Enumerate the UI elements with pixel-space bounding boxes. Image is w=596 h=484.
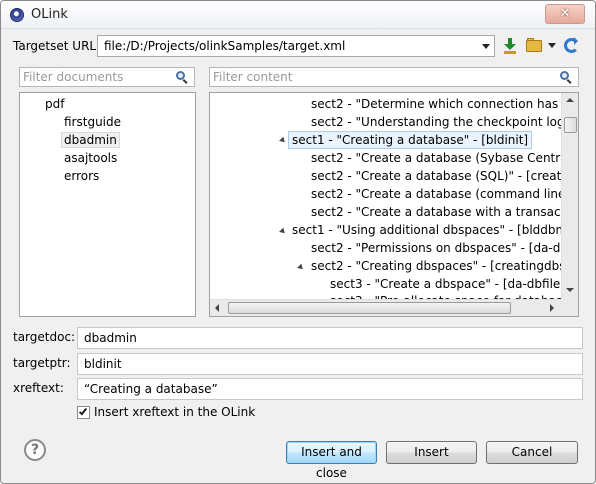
search-icon[interactable] bbox=[176, 71, 189, 84]
targetset-url-label: Targetset URL: bbox=[13, 39, 101, 53]
cancel-button[interactable]: Cancel bbox=[486, 441, 578, 464]
refresh-icon[interactable] bbox=[563, 37, 581, 55]
horizontal-scrollbar[interactable] bbox=[210, 299, 561, 316]
olink-dialog: OLink ✕ Targetset URL: file:/D:/Projects… bbox=[0, 0, 596, 484]
filter-content-field[interactable] bbox=[209, 67, 579, 87]
filter-documents-input[interactable] bbox=[23, 69, 171, 85]
xreftext-value: “Creating a database” bbox=[84, 382, 218, 396]
document-item-dbadmin[interactable]: dbadmin bbox=[61, 132, 120, 148]
targetptr-field[interactable]: bldinit bbox=[77, 353, 583, 375]
help-icon[interactable]: ? bbox=[24, 439, 46, 461]
targetptr-label: targetptr: bbox=[13, 356, 71, 370]
app-icon bbox=[10, 8, 24, 22]
targetdoc-field[interactable]: dbadmin bbox=[77, 327, 583, 349]
tree-row[interactable]: sect3 - "Create a dbspace" - [da-dbfiles… bbox=[330, 276, 578, 294]
content-tree[interactable]: sect2 - "Determine which connection has … bbox=[209, 92, 579, 317]
tree-row[interactable]: sect2 - "Understanding the checkpoint lo… bbox=[311, 114, 578, 132]
insert-xreftext-checkbox[interactable] bbox=[77, 406, 90, 419]
insert-xreftext-label[interactable]: Insert xreftext in the OLink bbox=[94, 405, 255, 419]
filter-content-input[interactable] bbox=[213, 69, 555, 85]
tree-row[interactable]: sect2 - "Create a database (command line… bbox=[311, 186, 578, 204]
insert-and-close-button[interactable]: Insert and close bbox=[286, 441, 377, 480]
scroll-right-icon[interactable] bbox=[550, 304, 554, 312]
document-item-asajtools[interactable]: asajtools bbox=[64, 151, 117, 165]
document-item-errors[interactable]: errors bbox=[64, 169, 99, 183]
targetdoc-label: targetdoc: bbox=[13, 330, 76, 344]
close-button[interactable]: ✕ bbox=[545, 4, 585, 24]
expand-arrow-icon[interactable] bbox=[279, 136, 287, 145]
vertical-scrollbar[interactable] bbox=[561, 93, 578, 299]
tree-row[interactable]: sect1 - "Using additional dbspaces" - [b… bbox=[292, 222, 578, 240]
xreftext-label: xreftext: bbox=[13, 381, 64, 395]
targetset-url-value: file:/D:/Projects/olinkSamples/target.xm… bbox=[104, 39, 346, 53]
xreftext-field[interactable]: “Creating a database” bbox=[77, 378, 583, 400]
expand-arrow-icon[interactable] bbox=[279, 227, 287, 236]
window-title: OLink bbox=[31, 7, 68, 22]
scroll-left-icon[interactable] bbox=[215, 304, 219, 312]
scroll-thumb[interactable] bbox=[564, 117, 577, 133]
targetdoc-value: dbadmin bbox=[84, 331, 137, 345]
scroll-corner bbox=[561, 299, 578, 316]
folder-dropdown-icon[interactable] bbox=[548, 43, 556, 48]
tree-row[interactable]: sect2 - "Create a database with a transa… bbox=[311, 204, 578, 222]
insert-button[interactable]: Insert bbox=[386, 441, 477, 464]
chevron-down-icon[interactable] bbox=[482, 44, 490, 49]
tree-row[interactable]: sect2 - "Create a database (SQL)" - [cre… bbox=[311, 168, 578, 186]
documents-list[interactable]: pdf firstguide dbadmin asajtools errors bbox=[19, 92, 196, 317]
search-icon[interactable] bbox=[560, 71, 573, 84]
tree-row-selected[interactable]: sect1 - "Creating a database" - [bldinit… bbox=[288, 131, 533, 149]
tree-row[interactable]: sect2 - "Create a database (Sybase Centr… bbox=[311, 150, 578, 168]
folder-open-icon[interactable] bbox=[526, 37, 544, 55]
download-icon[interactable] bbox=[503, 37, 517, 55]
title-bar: OLink ✕ bbox=[1, 1, 595, 29]
tree-row[interactable]: sect2 - "Permissions on dbspaces" - [da-… bbox=[311, 240, 578, 258]
checkmark-icon bbox=[78, 406, 88, 416]
scroll-up-icon[interactable] bbox=[566, 98, 574, 102]
tree-row[interactable]: sect2 - "Determine which connection has … bbox=[311, 96, 578, 114]
scroll-down-icon[interactable] bbox=[566, 288, 574, 292]
document-root-pdf[interactable]: pdf bbox=[45, 97, 64, 111]
targetset-url-combo[interactable]: file:/D:/Projects/olinkSamples/target.xm… bbox=[97, 35, 495, 57]
filter-documents-field[interactable] bbox=[19, 67, 195, 87]
targetptr-value: bldinit bbox=[84, 357, 122, 371]
expand-arrow-icon[interactable] bbox=[297, 263, 305, 272]
scroll-thumb[interactable] bbox=[228, 302, 511, 314]
tree-row[interactable]: sect2 - "Creating dbspaces" - [creatingd… bbox=[311, 258, 578, 276]
document-item-firstguide[interactable]: firstguide bbox=[64, 115, 121, 129]
